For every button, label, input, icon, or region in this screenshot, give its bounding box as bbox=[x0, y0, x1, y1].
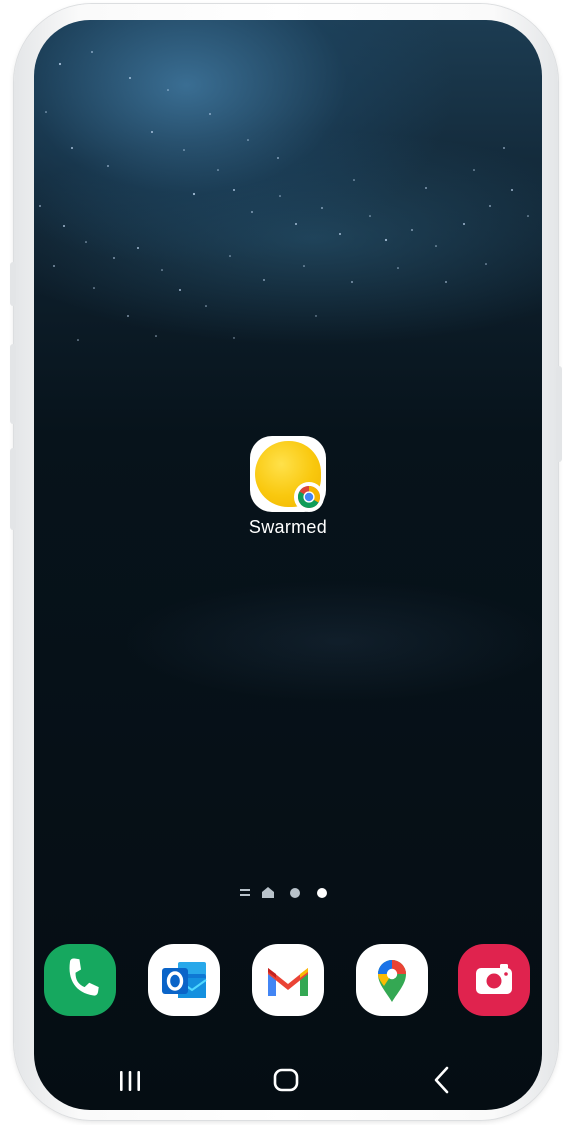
swarmed-app-label[interactable]: Swarmed bbox=[210, 517, 366, 538]
side-button-upper bbox=[10, 344, 16, 424]
gmail-icon bbox=[268, 968, 308, 996]
home-button[interactable] bbox=[266, 1062, 306, 1098]
outlook-app-icon[interactable] bbox=[148, 944, 220, 1016]
chrome-logo-icon bbox=[297, 486, 320, 509]
volume-button bbox=[10, 262, 16, 306]
phone-icon bbox=[69, 958, 99, 996]
maps-icon bbox=[378, 960, 406, 1002]
home-screen: Swarmed bbox=[34, 20, 542, 1110]
back-button[interactable] bbox=[422, 1062, 462, 1098]
recent-apps-icon bbox=[120, 1071, 140, 1091]
outlook-icon bbox=[162, 962, 207, 998]
camera-app-icon[interactable] bbox=[458, 944, 530, 1016]
page-dot[interactable] bbox=[290, 888, 300, 898]
swarmed-app-icon[interactable] bbox=[250, 436, 326, 512]
side-button-lower bbox=[10, 448, 16, 530]
home-page-icon[interactable] bbox=[262, 887, 274, 898]
maps-app-icon[interactable] bbox=[356, 944, 428, 1016]
recent-apps-button[interactable] bbox=[110, 1062, 150, 1098]
home-icon bbox=[273, 1068, 299, 1092]
phone-app-icon[interactable] bbox=[44, 944, 116, 1016]
power-button bbox=[556, 366, 562, 462]
chrome-badge-icon bbox=[294, 482, 324, 512]
starry-wallpaper bbox=[39, 51, 529, 341]
camera-icon bbox=[476, 964, 512, 994]
back-icon bbox=[434, 1066, 449, 1094]
page-indicator[interactable] bbox=[236, 883, 346, 903]
gmail-app-icon[interactable] bbox=[252, 944, 324, 1016]
list-page-icon[interactable] bbox=[240, 889, 250, 896]
page-dot-active[interactable] bbox=[317, 888, 327, 898]
